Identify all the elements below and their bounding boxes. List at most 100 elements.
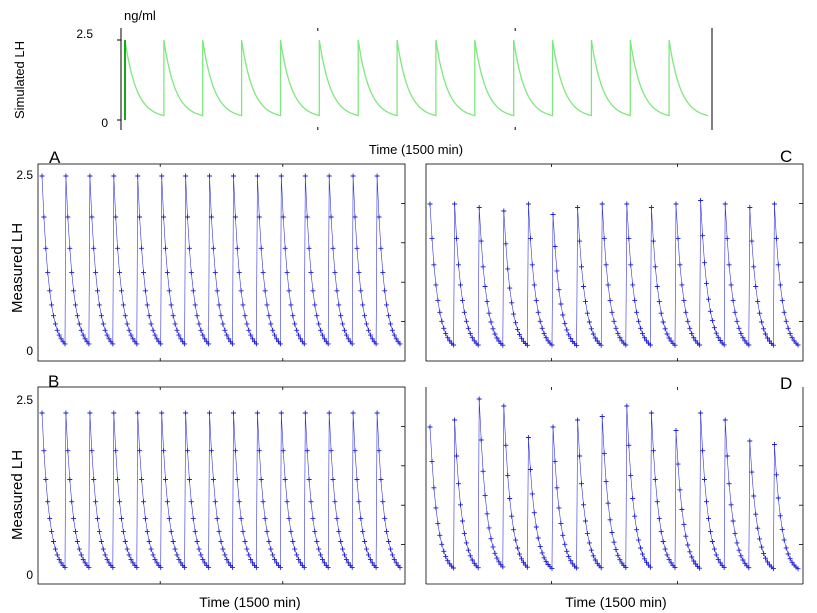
data-point-marker [174,552,180,558]
data-point-marker [654,284,660,289]
data-point-marker [609,530,615,535]
data-point-marker [628,472,634,478]
data-point-marker [634,527,640,533]
data-point-marker [484,299,490,305]
data-point-marker [630,282,636,288]
top-ytick-high: 2.5 [76,27,93,41]
data-point-marker [172,321,178,327]
data-point-marker [87,173,93,179]
data-point-marker [334,516,340,522]
data-point-marker [354,245,360,251]
data-point-marker [550,424,556,430]
data-point-marker [704,499,709,505]
data-point-marker [636,537,642,543]
data-point-marker [751,493,757,499]
data-point-marker [308,499,314,505]
data-point-marker [238,288,244,294]
data-point-marker [310,516,316,522]
data-point-marker [312,529,318,535]
data-point-marker [465,325,471,331]
a-ytick-low: 0 [26,344,33,358]
data-point-marker [490,544,496,550]
data-point-marker [562,541,568,547]
data-point-marker [588,326,594,332]
data-point-marker [220,546,226,552]
data-point-marker [126,327,132,333]
data-point-marker [658,310,664,316]
data-point-marker [41,214,47,220]
data-point-marker [503,442,509,448]
data-point-marker [575,205,581,210]
data-point-marker [747,205,753,210]
data-point-marker [278,173,284,179]
data-point-marker [599,414,605,419]
data-point-marker [773,235,779,241]
data-point-marker [722,201,728,207]
data-point-marker [488,319,494,325]
data-point-marker [700,233,706,239]
data-point-marker [713,552,719,558]
data-point-marker [69,499,75,505]
data-point-marker [648,205,654,210]
data-point-marker [216,529,222,535]
data-point-marker [734,540,740,546]
data-point-marker [232,214,238,220]
data-point-marker [216,302,222,308]
data-point-marker [100,546,106,552]
data-point-marker [465,547,471,553]
data-point-marker [476,396,482,402]
data-point-marker [431,262,437,268]
data-point-marker [198,327,204,333]
data-point-marker [102,552,108,558]
data-point-marker [244,546,250,552]
data-point-marker [246,552,252,558]
data-point-marker [435,297,441,303]
data-point-marker [328,214,334,220]
data-point-marker [262,516,268,522]
data-point-marker [433,505,439,511]
data-point-marker [753,284,759,289]
data-point-marker [270,327,276,333]
panel-d-plot-area [425,387,804,585]
data-point-marker [507,496,513,501]
data-point-marker [338,539,344,544]
data-point-marker [611,318,617,324]
data-point-marker [654,499,660,505]
data-point-marker [74,313,80,319]
data-point-marker [96,529,102,535]
data-point-marker [336,302,342,308]
data-point-marker [707,308,713,314]
data-point-marker [478,238,484,244]
data-point-marker [539,550,545,556]
data-point-marker [148,546,154,552]
data-point-marker [146,539,152,544]
data-point-marker [388,321,393,327]
data-point-marker [208,448,214,454]
data-point-marker [439,318,445,324]
data-point-marker [142,288,148,294]
data-point-marker [190,288,196,294]
data-point-marker [280,448,286,454]
data-point-marker [350,410,356,416]
data-point-marker [535,535,541,541]
data-point-marker [356,269,362,275]
data-point-marker [711,325,717,331]
data-point-marker [586,540,592,546]
data-point-marker [354,477,360,482]
data-point-marker [356,499,362,505]
data-point-marker [47,516,53,522]
data-point-marker [194,539,200,544]
data-point-marker [115,477,121,482]
data-point-marker [761,326,767,332]
data-point-marker [212,499,218,505]
data-point-marker [159,173,165,179]
data-point-marker [577,453,583,459]
data-point-marker [584,310,590,316]
data-point-marker [294,552,300,558]
data-point-marker [69,269,75,275]
data-point-marker [264,302,270,308]
data-point-marker [662,546,668,552]
data-point-marker [47,288,53,294]
data-point-marker [677,487,683,493]
data-point-marker [67,245,73,251]
